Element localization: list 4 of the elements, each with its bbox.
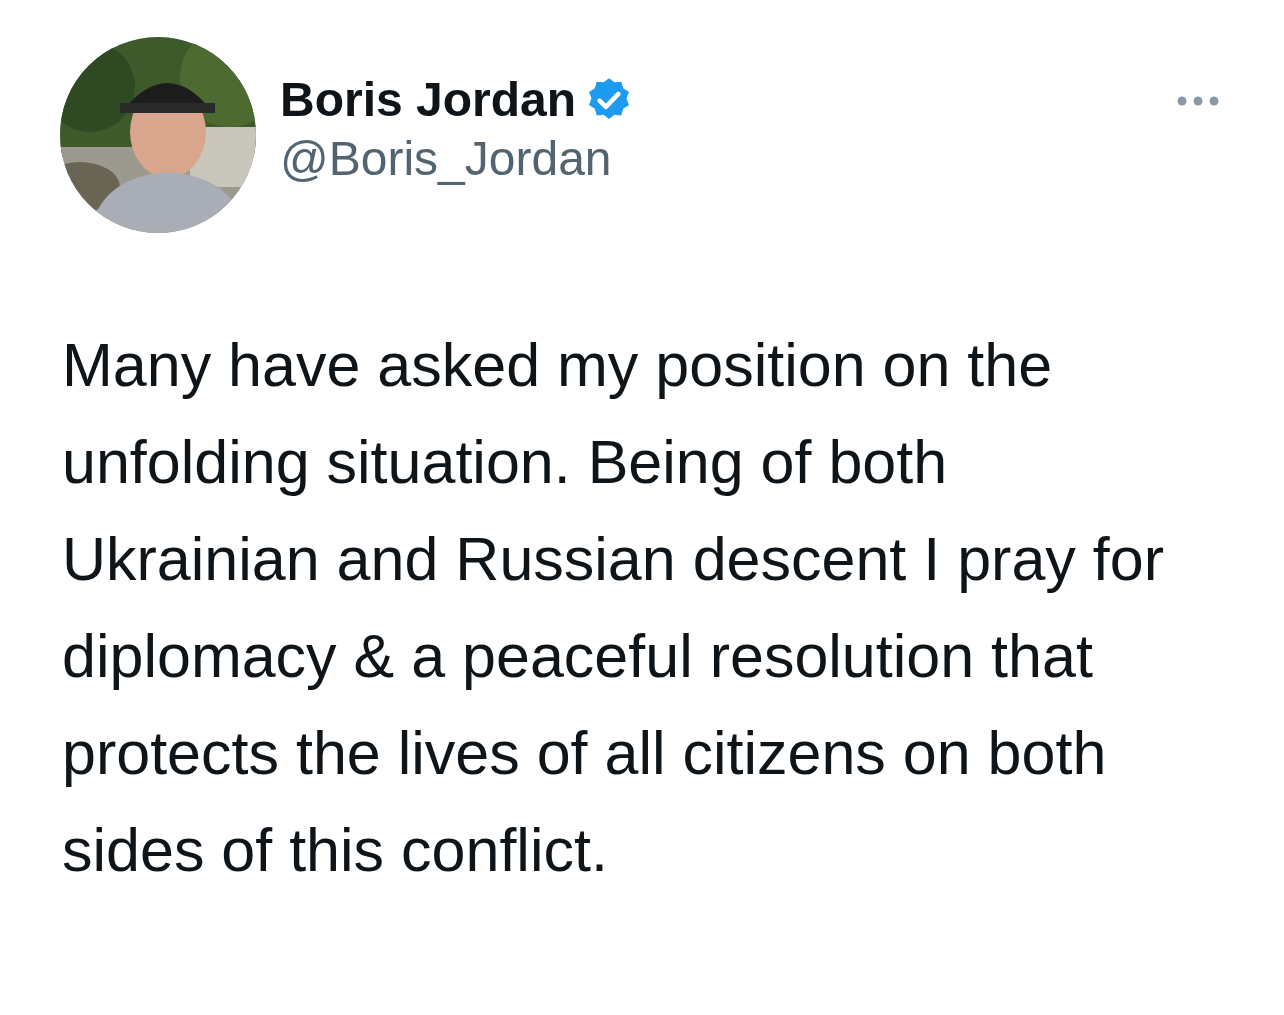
more-options-icon[interactable]	[1176, 95, 1220, 107]
tweet-text: Many have asked my position on the unfolding situation. Being of both Ukrainian and Russian descent I pray for diplomacy & a peaceful resolution that protects the lives of all citizens on both sides of this conflict.	[62, 330, 1165, 886]
author-handle[interactable]: @Boris_Jordan	[280, 129, 635, 189]
author-name[interactable]: Boris Jordan	[280, 71, 577, 129]
